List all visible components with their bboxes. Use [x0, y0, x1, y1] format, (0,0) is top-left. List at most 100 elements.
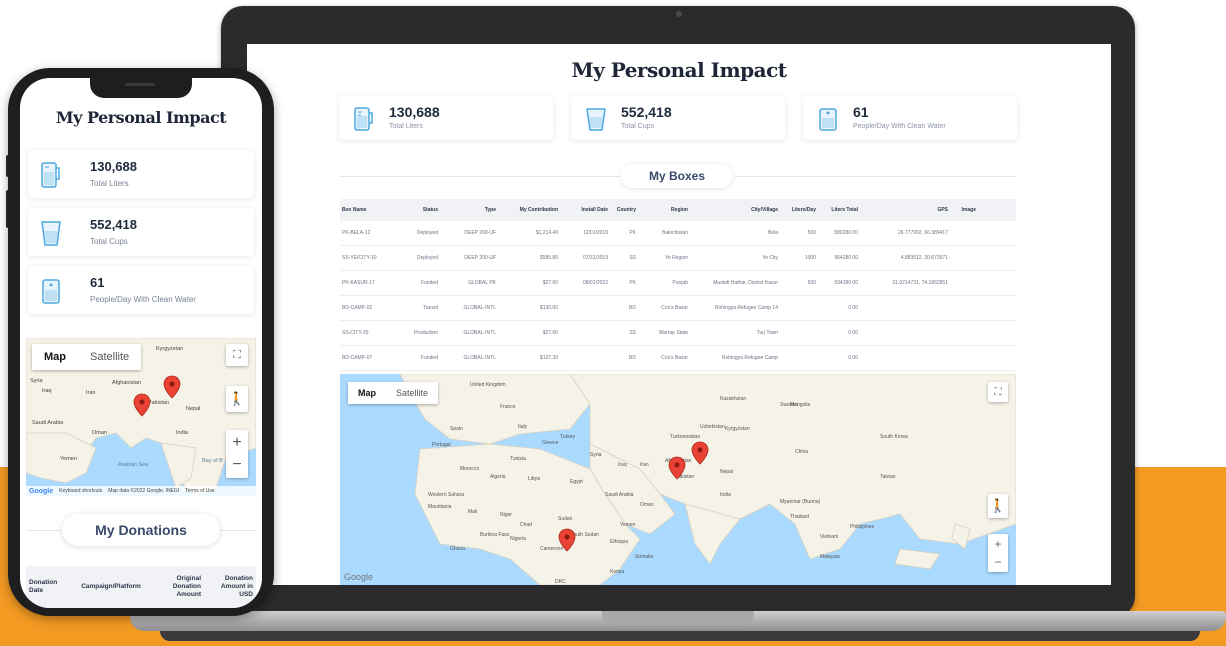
map-tab-satellite[interactable]: Satellite	[386, 382, 438, 404]
column-header[interactable]: Liters Total	[818, 207, 860, 213]
terms-of-use-link[interactable]: Terms of Use	[185, 488, 214, 494]
map-place-label: Saudi Arabia	[605, 492, 634, 498]
table-cell: Bela	[767, 230, 778, 236]
phone-notch	[90, 78, 192, 98]
stat-value: 130,688	[389, 104, 440, 120]
map-place-label: Syria	[30, 378, 43, 384]
street-view-pegman-icon[interactable]: 🚶	[226, 386, 248, 412]
map-place-label: Yemen	[60, 456, 77, 462]
table-cell: 12/01/2019	[582, 230, 608, 236]
page-title: My Personal Impact	[55, 108, 227, 127]
laptop-screen: My Personal Impact 130,688 Total Liters …	[247, 44, 1111, 585]
map-place-label: Ghana	[450, 546, 466, 552]
stat-card-total-liters: 130,688 Total Liters	[339, 96, 553, 140]
column-header[interactable]: Install Date	[560, 207, 610, 213]
column-header[interactable]: Donation Amount in USD	[204, 575, 256, 599]
table-cell: DEEP 200-UF	[464, 255, 496, 261]
table-cell: 534280.00	[834, 280, 858, 286]
map-place-label: Saudi Arabia	[32, 420, 64, 426]
map-place-label: Arabian Sea	[118, 462, 149, 468]
table-row[interactable]: BD-CAMP-07 Funded GLOBAL-INTL $137.30 BD Cox'…	[340, 346, 1016, 371]
column-header[interactable]: Box Name	[340, 207, 398, 213]
table-cell: GLOBAL PK	[468, 280, 496, 286]
table-cell: Warrap State	[658, 330, 688, 336]
column-header[interactable]: Original Donation Amount	[152, 575, 204, 599]
stat-label: People/Day With Clean Water	[853, 123, 946, 130]
fullscreen-icon[interactable]: ⛶	[226, 344, 248, 366]
table-row[interactable]: PK-KASUR-17 Funded GLOBAL PK $27.60 08/01/20…	[340, 271, 1016, 296]
table-cell: 500	[807, 230, 816, 236]
stat-value: 552,418	[621, 104, 672, 120]
map-place-label: India	[720, 492, 731, 498]
column-header[interactable]: Donation Date	[26, 579, 70, 595]
map-place-label: Pakistan	[675, 474, 695, 480]
table-cell: GLOBAL-INTL	[463, 305, 496, 311]
table-cell: 08/01/2022	[582, 280, 608, 286]
table-row[interactable]: PK-BELA-12 Deployed DEEP 200-UF $1,214.40 12…	[340, 221, 1016, 246]
column-header[interactable]: Liters/Day	[780, 207, 818, 213]
map-place-label: Mongolia	[790, 402, 811, 408]
table-row[interactable]: BD-CAMP-01 Transit GLOBAL-INTL $130.00 BD Cox…	[340, 296, 1016, 321]
table-cell: Cox's Bazar	[661, 305, 688, 311]
map-place-label: Philippines	[850, 524, 875, 530]
laptop-foot	[160, 631, 1200, 641]
zoom-in-icon[interactable]: +	[232, 432, 241, 454]
table-cell: 0.00	[848, 330, 858, 336]
fullscreen-icon[interactable]: ⛶	[988, 382, 1008, 402]
map-place-label: Morocco	[460, 466, 480, 472]
zoom-out-icon[interactable]: −	[232, 454, 241, 476]
table-cell: Funded	[421, 355, 438, 361]
table-cell: BD-CAMP-07	[342, 355, 373, 361]
map-tab-map[interactable]: Map	[32, 344, 78, 370]
water-jug-icon	[41, 162, 60, 188]
table-cell: 4.883512, 30.673971	[900, 255, 948, 261]
map-place-label: Taiwan	[880, 474, 896, 480]
map-place-label: Syria	[590, 452, 602, 458]
table-cell: Deployed	[416, 255, 438, 261]
column-header[interactable]: Status	[398, 207, 440, 213]
map-place-label: Kazakhstan	[720, 396, 747, 402]
map-place-label: Libya	[528, 476, 540, 482]
map-place-label: Cameroon	[540, 546, 564, 552]
keyboard-shortcuts-link[interactable]: Keyboard shortcuts	[59, 488, 102, 494]
map-place-label: Portugal	[432, 442, 451, 448]
table-cell: $27.60	[542, 330, 558, 336]
stat-value: 61	[853, 104, 869, 120]
stat-card-total-liters: 130,688 Total Liters	[28, 150, 254, 198]
phone-map[interactable]: Kyrgyzstan Syria Afghanistan Iraq Iran Pakist…	[26, 338, 256, 496]
stat-label: People/Day With Clean Water	[90, 295, 196, 304]
column-header[interactable]: City/Village	[690, 207, 780, 213]
column-header[interactable]: Campaign/Platform	[70, 583, 152, 591]
column-header[interactable]: GPS	[860, 207, 950, 213]
map-place-label: Egypt	[570, 479, 583, 485]
map-place-label: Nepal	[186, 406, 201, 412]
map-tab-satellite[interactable]: Satellite	[78, 344, 141, 370]
column-header[interactable]: Country	[610, 207, 638, 213]
table-cell: Deployed	[416, 230, 438, 236]
zoom-in-icon[interactable]: +	[994, 535, 1001, 553]
zoom-out-icon[interactable]: −	[994, 553, 1001, 571]
zoom-controls: + −	[226, 430, 248, 478]
map-place-label: Bay of B	[202, 458, 223, 464]
table-cell: 580280.00	[834, 230, 858, 236]
boxes-map[interactable]: Sweden Mongolia United Kingdom Kazakhstan Fr…	[340, 374, 1016, 585]
stat-label: Total Liters	[389, 123, 423, 130]
map-place-label: Nigeria	[510, 536, 526, 542]
table-cell: 0.00	[848, 355, 858, 361]
column-header[interactable]: Type	[440, 207, 498, 213]
table-row[interactable]: SS-YEICITY-10 Deployed DEEP 200-UF $585.80 0…	[340, 246, 1016, 271]
table-cell: SS-CITY-25	[342, 330, 369, 336]
street-view-pegman-icon[interactable]: 🚶	[988, 494, 1008, 518]
table-cell: PK-BELA-12	[342, 230, 371, 236]
divider-line	[220, 530, 256, 531]
table-row[interactable]: SS-CITY-25 Production GLOBAL-INTL $27.60 SS W…	[340, 321, 1016, 346]
map-tab-map[interactable]: Map	[348, 382, 386, 404]
table-cell: Rohingya Refugee Camp 14	[714, 305, 778, 311]
column-header[interactable]: Region	[638, 207, 690, 213]
table-cell: 500	[807, 280, 816, 286]
stat-label: Total Cups	[621, 123, 655, 130]
column-header[interactable]: Image	[950, 207, 978, 213]
table-cell: DEEP 200-UF	[464, 230, 496, 236]
map-place-label: Vietnam	[820, 534, 839, 540]
column-header[interactable]: My Contribution	[498, 207, 560, 213]
